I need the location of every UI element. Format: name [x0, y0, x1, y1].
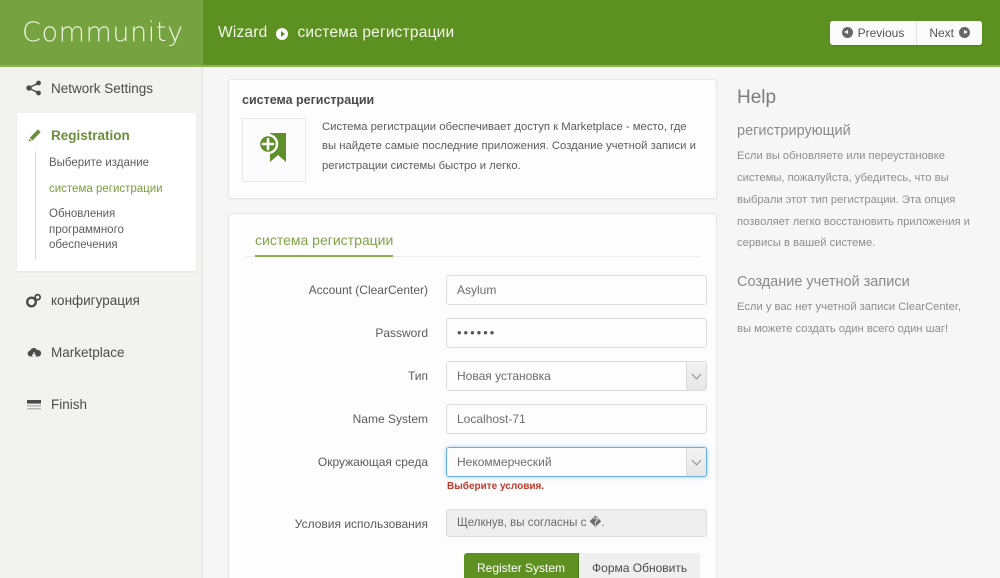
chevron-down-icon	[686, 448, 706, 476]
form-button-group: Register System Форма Обновить Регистрац…	[464, 553, 700, 578]
sidebar-item-label: Marketplace	[51, 345, 125, 361]
form-title: система регистрации	[255, 232, 394, 257]
sidebar-registration-panel: Registration Выберите издание система ре…	[17, 113, 196, 271]
sidebar-subitem-system-registration[interactable]: система регистрации	[49, 177, 196, 203]
environment-select-value: Некоммерческий	[457, 455, 552, 469]
arrow-circle-left-icon	[841, 27, 853, 38]
help-section-heading-registering: регистрирующий	[737, 123, 851, 139]
terms-static-value: Щелкнув, вы согласны с �.	[446, 509, 707, 537]
type-label: Тип	[407, 369, 428, 383]
intro-thumbnail	[242, 118, 306, 182]
sidebar: Network Settings Registration Выберите и…	[0, 67, 203, 578]
help-section-body-create-account: Если у вас нет учетной записи ClearCente…	[737, 301, 962, 336]
sidebar-item-label: Network Settings	[51, 80, 154, 96]
next-button-label: Next	[929, 25, 954, 40]
top-header-bar: Community Wizard система регистрации Pre…	[0, 0, 1000, 67]
terms-label: Условия использования	[294, 517, 428, 531]
sidebar-item-network-settings[interactable]: Network Settings	[0, 67, 202, 109]
type-select-value: Новая установка	[457, 369, 551, 383]
account-label: Account (ClearCenter)	[308, 283, 428, 297]
form-row-account: Account (ClearCenter) Asylum	[245, 275, 707, 305]
server-list-icon	[26, 397, 42, 413]
share-network-icon	[26, 80, 42, 96]
sidebar-item-marketplace[interactable]: Marketplace	[0, 327, 202, 379]
help-section-heading-create-account: Создание учетной записи	[737, 274, 910, 291]
chevron-circle-right-icon	[276, 27, 289, 40]
breadcrumb: Wizard система регистрации	[203, 0, 830, 65]
sidebar-item-label: Registration	[51, 127, 130, 143]
nav-button-group: Previous Next	[829, 20, 982, 45]
intro-description: Система регистрации обеспечивает доступ …	[322, 121, 696, 172]
cloud-download-icon	[26, 345, 42, 361]
password-label: Password	[375, 326, 428, 340]
main-content: система регистрации Система регистрации …	[204, 67, 725, 578]
environment-select[interactable]: Некоммерческий	[446, 447, 707, 477]
register-system-button[interactable]: Register System	[464, 553, 580, 578]
sidebar-subitem-software-updates[interactable]: Обновления программного обеспечения	[49, 202, 196, 259]
intro-body: Система регистрации обеспечивает доступ …	[242, 118, 700, 182]
gears-icon	[26, 293, 42, 309]
sidebar-item-registration[interactable]: Registration	[17, 123, 196, 151]
form-actions: Register System Форма Обновить Регистрац…	[446, 553, 700, 578]
form-row-type: Тип Новая установка	[245, 361, 707, 391]
breadcrumb-current: система регистрации	[297, 23, 455, 41]
wizard-nav-buttons: Previous Next	[829, 0, 1000, 65]
form-row-password: Password ••••••	[245, 318, 707, 348]
help-title: Help	[737, 87, 777, 108]
bookmark-plus-icon	[254, 128, 294, 173]
environment-error-message: Выберите условия.	[447, 481, 545, 492]
sidebar-item-configuration[interactable]: конфигурация	[0, 275, 202, 327]
password-input[interactable]: ••••••	[446, 318, 707, 348]
type-select[interactable]: Новая установка	[446, 361, 707, 391]
sidebar-subitem-select-edition[interactable]: Выберите издание	[49, 151, 196, 177]
help-section-body-registering: Если вы обновляете или переустановке сис…	[737, 150, 970, 250]
form-row-terms: Условия использования Щелкнув, вы соглас…	[245, 509, 707, 539]
form-row-name-system: Name System Localhost-71	[245, 404, 707, 434]
arrow-circle-right-icon	[959, 27, 970, 38]
form-row-environment: Окружающая среда Некоммерческий Выберите…	[245, 447, 707, 492]
intro-title: система регистрации	[242, 93, 375, 107]
intro-card: система регистрации Система регистрации …	[228, 79, 717, 199]
account-input[interactable]: Asylum	[446, 275, 707, 305]
sidebar-item-finish[interactable]: Finish	[0, 379, 202, 431]
environment-label: Окружающая среда	[317, 455, 428, 469]
registration-wizard-page: Community Wizard система регистрации Pre…	[0, 0, 1000, 578]
previous-button-label: Previous	[857, 25, 905, 40]
next-button[interactable]: Next	[916, 20, 982, 45]
sidebar-item-label: Finish	[51, 397, 88, 413]
form-refresh-button[interactable]: Форма Обновить	[579, 553, 700, 578]
name-system-input[interactable]: Localhost-71	[446, 404, 707, 434]
name-system-label: Name System	[352, 412, 428, 426]
previous-button[interactable]: Previous	[829, 20, 917, 45]
brand-label: Community	[22, 17, 184, 48]
breadcrumb-root[interactable]: Wizard	[218, 24, 267, 42]
brand-logo[interactable]: Community	[0, 0, 203, 65]
chevron-down-icon	[686, 362, 706, 390]
sidebar-item-label: конфигурация	[51, 293, 140, 309]
sidebar-registration-sublist: Выберите издание система регистрации Обн…	[35, 151, 196, 259]
pencil-icon	[26, 127, 42, 143]
registration-form-card: система регистрации Account (ClearCenter…	[228, 213, 717, 578]
help-panel: Help регистрирующий Если вы обновляете и…	[725, 67, 1000, 578]
